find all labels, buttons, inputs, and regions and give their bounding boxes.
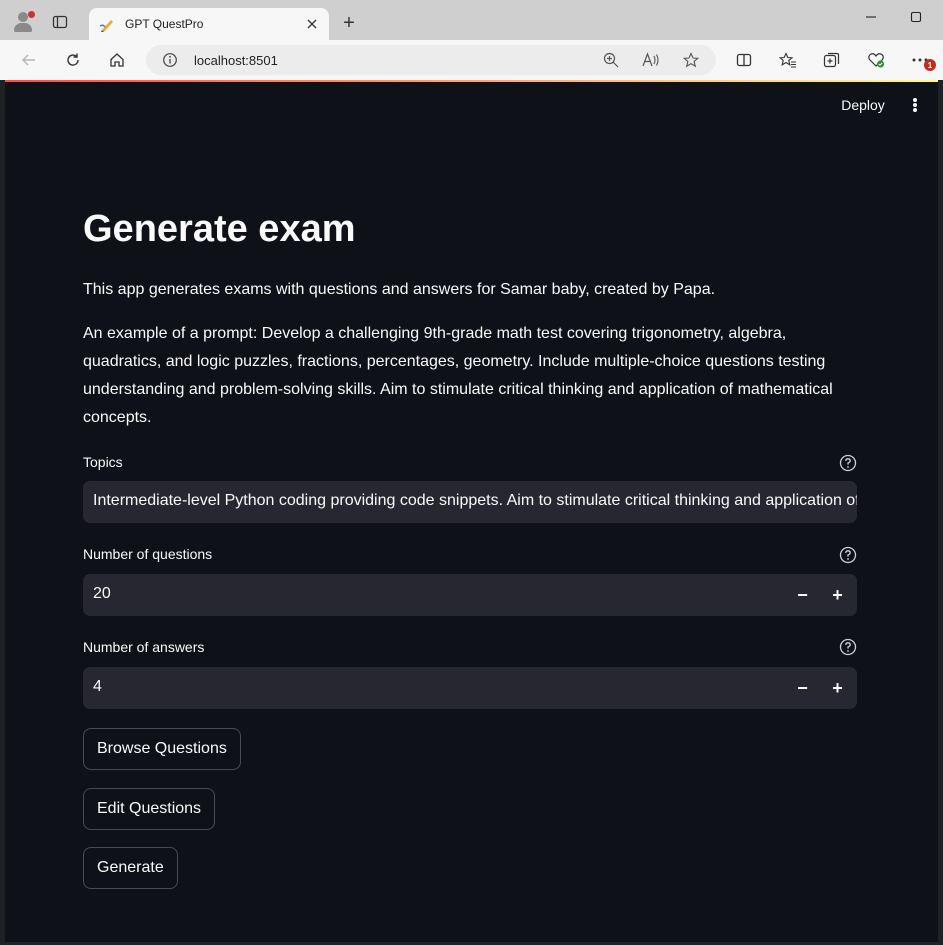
read-aloud-icon[interactable] xyxy=(642,51,660,69)
new-tab-button[interactable]: + xyxy=(339,12,359,34)
minimize-icon[interactable] xyxy=(860,6,882,28)
home-icon[interactable] xyxy=(106,49,128,71)
help-icon[interactable] xyxy=(839,454,857,472)
notification-badge: 1 xyxy=(924,59,936,71)
site-info-icon[interactable] xyxy=(162,52,178,68)
reload-icon[interactable] xyxy=(62,49,84,71)
favorites-icon[interactable] xyxy=(778,50,798,70)
num-answers-label: Number of answers xyxy=(83,639,205,655)
address-bar[interactable]: localhost:8501 xyxy=(146,45,716,75)
num-questions-label: Number of questions xyxy=(83,546,213,562)
browser-tab[interactable]: GPT QuestPro xyxy=(89,8,329,41)
increment-button[interactable]: + xyxy=(820,667,855,709)
browse-questions-button[interactable]: Browse Questions xyxy=(83,728,241,770)
num-answers-value[interactable]: 4 xyxy=(93,678,102,696)
topics-label: Topics xyxy=(83,454,123,470)
main-menu-icon[interactable] xyxy=(907,95,923,115)
maximize-icon[interactable] xyxy=(905,6,927,28)
help-icon[interactable] xyxy=(839,638,857,656)
browser-essentials-icon[interactable] xyxy=(866,50,886,70)
topics-input[interactable]: Intermediate-level Python coding providi… xyxy=(83,481,857,523)
intro-text: This app generates exams with questions … xyxy=(83,281,716,298)
header-decoration xyxy=(5,80,938,82)
collections-icon[interactable] xyxy=(822,50,842,70)
profile-icon[interactable] xyxy=(10,9,36,35)
url-text[interactable]: localhost:8501 xyxy=(194,53,278,68)
increment-button[interactable]: + xyxy=(820,574,855,616)
split-screen-icon[interactable] xyxy=(734,50,754,70)
tab-strip: GPT QuestPro + xyxy=(0,0,943,41)
tab-actions-icon[interactable] xyxy=(50,12,70,32)
close-icon[interactable] xyxy=(303,15,321,33)
favorite-star-icon[interactable] xyxy=(682,51,700,69)
back-icon[interactable] xyxy=(18,49,40,71)
num-questions-input[interactable]: 20 − + xyxy=(83,574,857,616)
page-title: Generate exam xyxy=(83,208,356,250)
num-questions-value[interactable]: 20 xyxy=(93,585,111,603)
decrement-button[interactable]: − xyxy=(785,667,820,709)
generate-button[interactable]: Generate xyxy=(83,847,178,889)
help-icon[interactable] xyxy=(839,546,857,564)
app-container: Deploy Generate exam This app generates … xyxy=(5,80,938,942)
num-answers-input[interactable]: 4 − + xyxy=(83,667,857,709)
tab-title: GPT QuestPro xyxy=(125,17,204,31)
tab-favicon-icon xyxy=(99,16,117,34)
zoom-icon[interactable] xyxy=(602,51,620,69)
browser-toolbar: localhost:8501 xyxy=(0,40,943,80)
decrement-button[interactable]: − xyxy=(785,574,820,616)
example-prompt-text: An example of a prompt: Develop a challe… xyxy=(83,325,833,426)
edit-questions-button[interactable]: Edit Questions xyxy=(83,788,216,830)
deploy-button[interactable]: Deploy xyxy=(831,94,895,116)
browser-chrome: GPT QuestPro + localhost:8501 1 xyxy=(0,0,943,80)
